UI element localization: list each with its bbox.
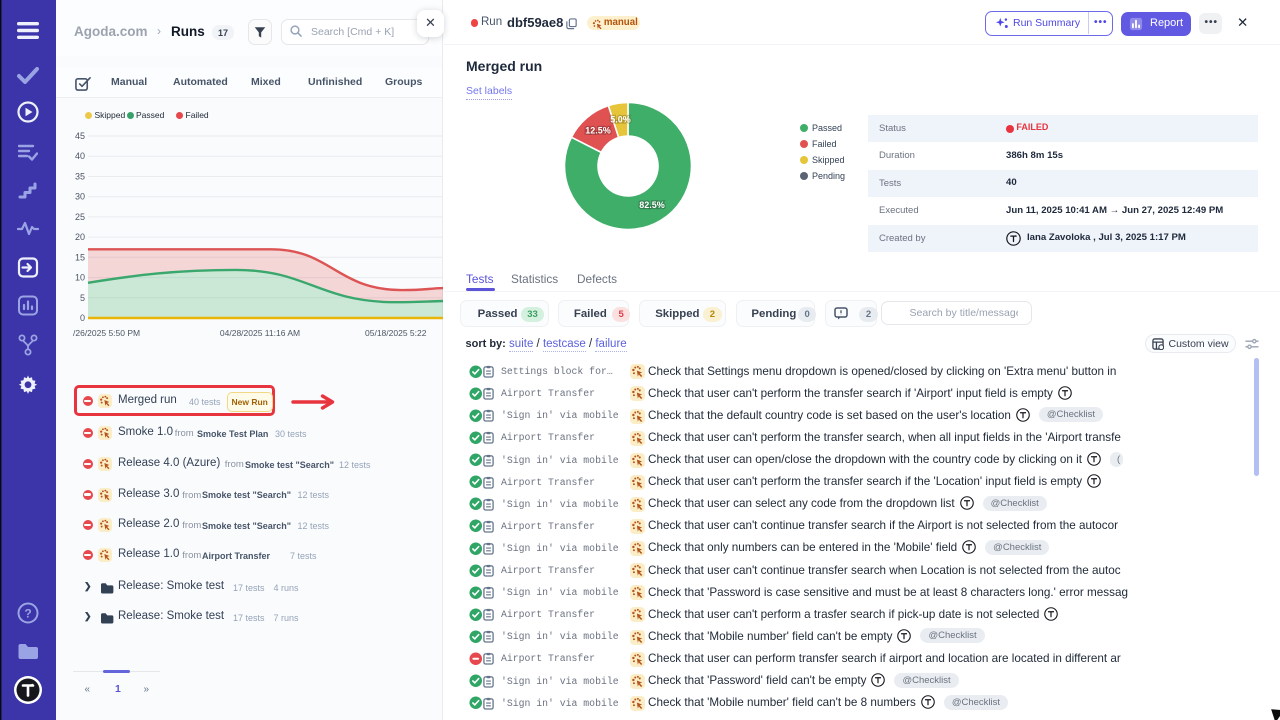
svg-text:10: 10 [75, 273, 85, 283]
svg-text:04/28/2025 11:16 AM: 04/28/2025 11:16 AM [220, 328, 300, 338]
svg-text:05/18/2025 5:22: 05/18/2025 5:22 [365, 328, 427, 338]
svg-text:0: 0 [80, 313, 85, 323]
svg-text:45: 45 [75, 131, 85, 141]
svg-text:20: 20 [75, 232, 85, 242]
svg-text:12.5%: 12.5% [585, 126, 611, 136]
svg-text:5.0%: 5.0% [610, 115, 631, 125]
svg-text:25: 25 [75, 212, 85, 222]
svg-text:/26/2025 5:50 PM: /26/2025 5:50 PM [73, 328, 140, 338]
svg-text:15: 15 [75, 252, 85, 262]
svg-text:82.5%: 82.5% [639, 200, 665, 210]
svg-text:40: 40 [75, 151, 85, 161]
svg-text:35: 35 [75, 172, 85, 182]
svg-text:5: 5 [80, 293, 85, 303]
svg-text:30: 30 [75, 192, 85, 202]
svg-text:?: ? [24, 607, 31, 621]
